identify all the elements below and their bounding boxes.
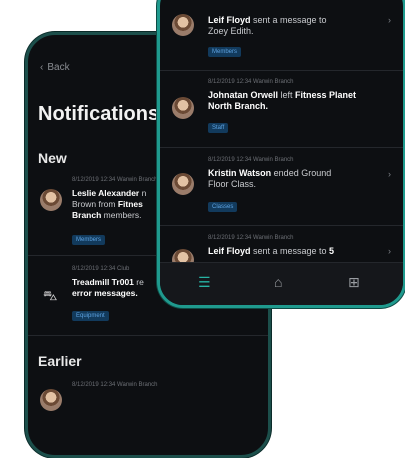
treadmill-icon: ⛍ — [43, 287, 58, 303]
bottom-tab-bar: ☰ ⌂ ⊞ — [160, 262, 403, 305]
notification-name: Leslie Alexander — [72, 188, 140, 198]
notification-name: Kristin Watson — [208, 168, 272, 178]
notification-text: Johnatan Orwell left Fitness Planet Nort… — [208, 90, 378, 112]
category-tag: Staff — [208, 123, 229, 133]
home-icon[interactable]: ⌂ — [274, 274, 282, 290]
notification-meta: 8/12/2019 12:34 Warwin Branch — [208, 157, 294, 163]
divider — [28, 335, 268, 336]
notification-name: Leif Floyd — [208, 15, 251, 25]
notification-text: Kristin Watson ended Ground Floor Class. — [208, 168, 378, 190]
notification-line2-bold: North Branch. — [208, 101, 269, 111]
divider — [160, 225, 403, 226]
notification-text-rest: ended Ground — [271, 168, 332, 178]
avatar — [172, 173, 194, 195]
category-tag: Members — [72, 235, 106, 245]
notification-line2: Brown from — [72, 199, 118, 209]
divider — [160, 147, 403, 148]
notification-bold2: Fitness Planet — [295, 90, 357, 100]
notification-text-rest: left — [278, 90, 296, 100]
category-tag: Equipment — [72, 311, 109, 321]
chevron-right-icon: › — [388, 169, 391, 179]
back-button[interactable]: ‹ Back — [40, 62, 70, 73]
notification-line3: members. — [101, 210, 142, 220]
notification-meta: 8/12/2019 12:34 Club — [72, 266, 130, 272]
qr-code-icon[interactable]: ⊞ — [348, 274, 360, 291]
back-label: Back — [47, 62, 70, 73]
avatar — [40, 389, 62, 411]
notification-line3-bold: Branch — [72, 210, 102, 220]
chevron-left-icon: ‹ — [40, 62, 44, 73]
avatar — [172, 14, 194, 36]
notification-bold2: 5 — [329, 246, 335, 256]
notification-line2-bold: Fitnes — [117, 199, 143, 209]
section-heading-new: New — [38, 150, 67, 166]
notification-meta: 8/12/2019 12:34 Warwin Branch — [72, 177, 158, 183]
category-tag: Members — [208, 47, 242, 57]
menu-icon[interactable]: ☰ — [198, 274, 211, 291]
notification-meta: 8/12/2019 12:34 Warwin Branch — [208, 79, 294, 85]
front-phone-screen: Leif Floyd sent a message to Zoey Edith.… — [157, 0, 405, 308]
category-tag: Classes — [208, 202, 238, 212]
notification-text-rest: sent a message to — [250, 15, 327, 25]
notification-line1-bold: Treadmill Tr001 — [72, 277, 134, 287]
notification-line1: re — [133, 277, 144, 287]
notification-name: Leif Floyd — [208, 246, 251, 256]
notification-text: Leif Floyd sent a message to Zoey Edith. — [208, 15, 378, 37]
notification-meta: 8/12/2019 12:34 Warwin Branch — [72, 382, 158, 388]
notification-line2: Zoey Edith. — [208, 26, 254, 36]
notification-line2-bold: error messages. — [72, 288, 138, 298]
divider — [160, 70, 403, 71]
notification-text-rest: sent a message to — [250, 246, 330, 256]
chevron-right-icon: › — [388, 246, 391, 256]
notification-text: Leif Floyd sent a message to 5 — [208, 246, 378, 257]
notification-name: Johnatan Orwell — [208, 90, 279, 100]
avatar — [172, 97, 194, 119]
notification-meta: 8/12/2019 12:34 Warwin Branch — [208, 235, 294, 241]
section-heading-earlier: Earlier — [38, 353, 82, 369]
notification-line2: Floor Class. — [208, 179, 257, 189]
notification-text-rest: n — [139, 188, 147, 198]
avatar — [40, 189, 62, 211]
chevron-right-icon: › — [388, 15, 391, 25]
page-title: Notifications — [38, 103, 160, 125]
